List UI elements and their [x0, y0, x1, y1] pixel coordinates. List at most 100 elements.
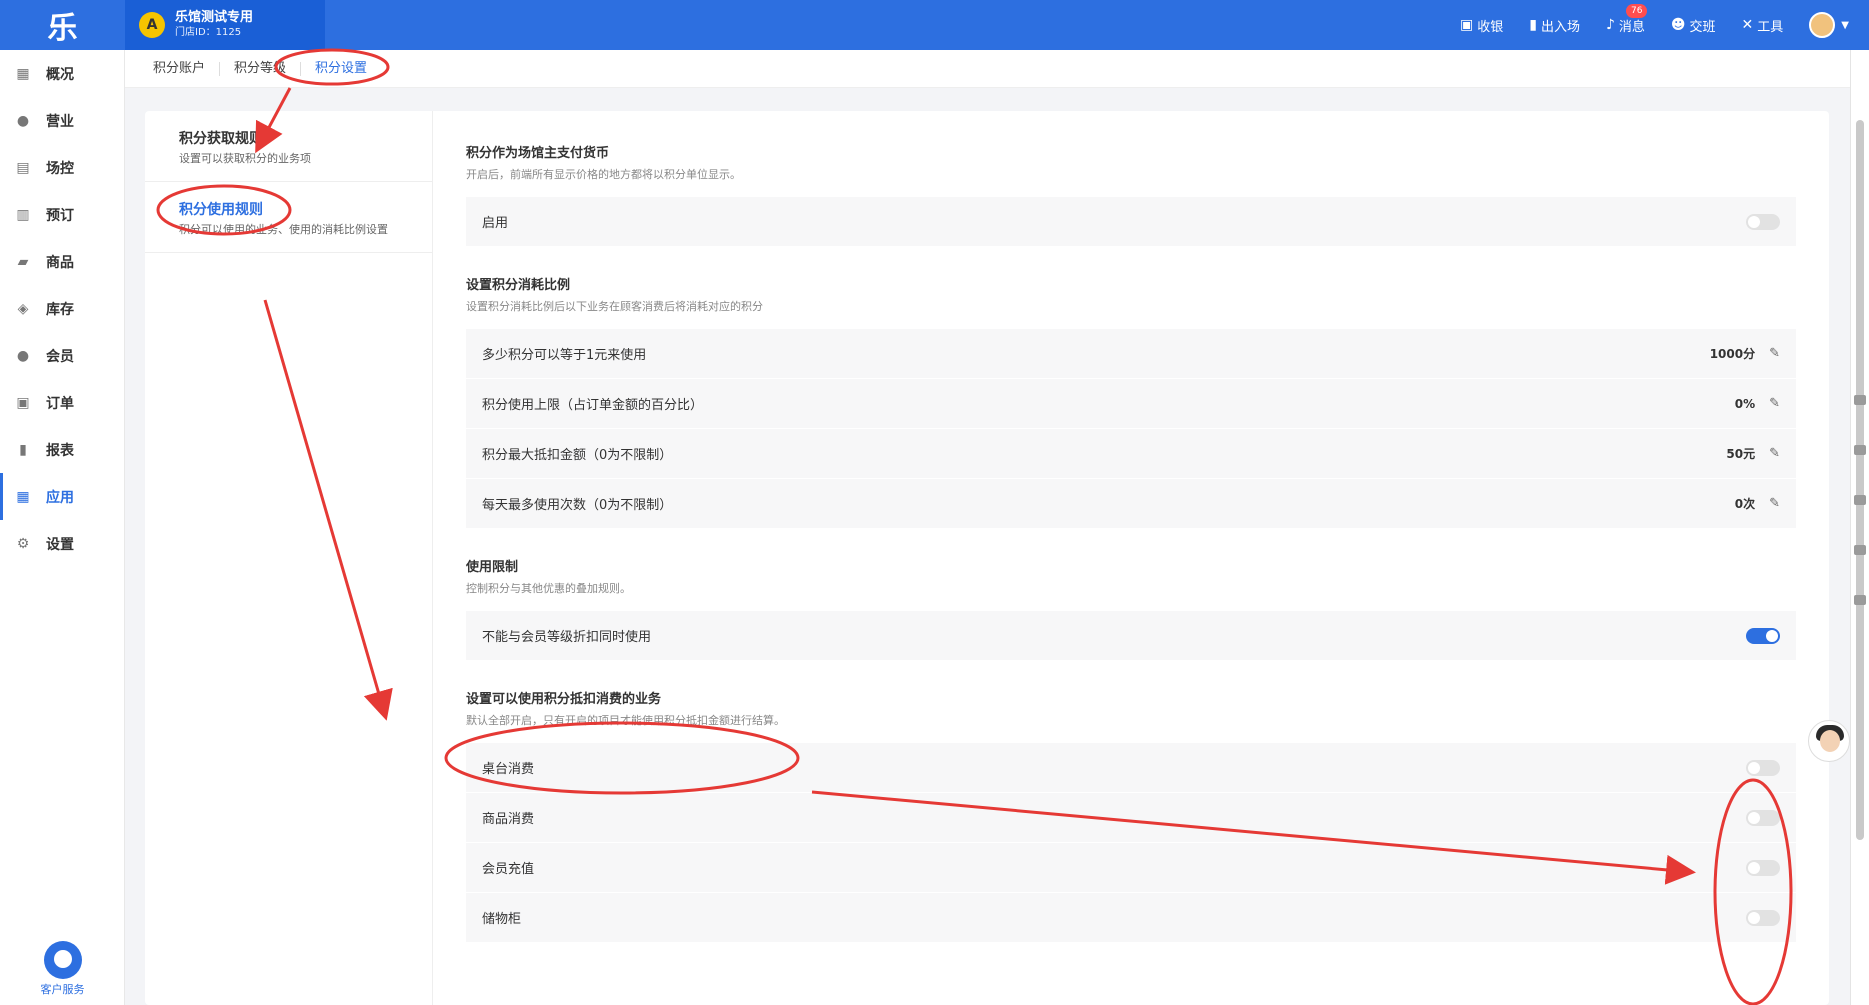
- messages-button[interactable]: ♪ 消息 76: [1606, 3, 1648, 35]
- setting-label: 桌台消费: [482, 762, 535, 777]
- handover-label: 交班: [1689, 19, 1716, 35]
- printer-icon[interactable]: [1854, 545, 1866, 555]
- headset-icon: [43, 941, 82, 979]
- sidebar: ▦ 概况 ● 营业 ▤ 场控 ▥ 预订 ▰ 商品 ◈ 库存 ● 会员 ▣ 订单 ▮ 报表 ▦ 应用 ⚙ 设置 客户服务: [0, 50, 125, 1005]
- settings-card: 积分获取规则 设置可以获取积分的业务项 积分使用规则 积分可以使用的业务、使用的…: [145, 111, 1829, 1005]
- box-icon[interactable]: [1854, 395, 1866, 405]
- store-id: 门店ID：1125: [175, 27, 242, 38]
- tab-points-settings[interactable]: 积分设置: [301, 61, 381, 76]
- top-actions: ▣ 收银 ▮ 出入场 ♪ 消息 76 ☻ 交班 ✕ 工具 ▼: [1460, 0, 1849, 50]
- report-icon: ▮: [19, 441, 27, 458]
- cashier-button[interactable]: ▣ 收银: [1460, 16, 1503, 35]
- edit-icon[interactable]: ✎: [1769, 346, 1780, 361]
- sidebar-item-10[interactable]: ⚙ 设置: [0, 520, 124, 567]
- setting-value: 0次: [1734, 497, 1756, 511]
- sidebar-item-3[interactable]: ▥ 预订: [0, 191, 124, 238]
- tools-icon: ✕: [1741, 17, 1754, 33]
- top-bar: 乐 A 乐馆测试专用 门店ID：1125 ▣ 收银 ▮ 出入场 ♪ 消息 76 …: [0, 0, 1869, 50]
- cashier-icon: ▣: [1459, 17, 1474, 33]
- user-menu[interactable]: ▼: [1809, 12, 1849, 38]
- settings-section: 使用限制 控制积分与其他优惠的叠加规则。 不能与会员等级折扣同时使用: [466, 559, 1796, 661]
- sidebar-item-9[interactable]: ▦ 应用: [0, 473, 124, 520]
- handover-icon: ☻: [1670, 17, 1686, 33]
- customer-service-button[interactable]: 客户服务: [0, 941, 125, 997]
- sidebar-item-6[interactable]: ● 会员: [0, 332, 124, 379]
- app-logo[interactable]: 乐: [0, 0, 125, 50]
- setting-row: 积分使用上限（占订单金额的百分比） 0% ✎: [466, 379, 1796, 429]
- rules-menu: 积分获取规则 设置可以获取积分的业务项 积分使用规则 积分可以使用的业务、使用的…: [145, 111, 433, 1005]
- setting-row: 多少积分可以等于1元来使用 1000分 ✎: [466, 329, 1796, 379]
- cart-icon: ▰: [17, 253, 29, 270]
- entry-exit-button[interactable]: ▮ 出入场: [1529, 16, 1580, 35]
- section-desc: 开启后，前端所有显示价格的地方都将以积分单位显示。: [466, 168, 741, 181]
- rule-earn[interactable]: 积分获取规则 设置可以获取积分的业务项: [145, 111, 432, 182]
- setting-value: 1000分: [1709, 347, 1756, 361]
- chevron-down-icon: ▼: [1841, 19, 1849, 31]
- settings-section: 设置积分消耗比例 设置积分消耗比例后以下业务在顾客消费后将消耗对应的积分 多少积分可…: [466, 277, 1796, 529]
- sidebar-item-8[interactable]: ▮ 报表: [0, 426, 124, 473]
- settings-sections: 积分作为场馆主支付货币 开启后，前端所有显示价格的地方都将以积分单位显示。 启用 设置…: [466, 111, 1796, 943]
- setting-label: 启用: [482, 216, 509, 231]
- sidebar-item-1[interactable]: ● 营业: [0, 97, 124, 144]
- toggle-switch[interactable]: [1746, 213, 1780, 230]
- handover-button[interactable]: ☻ 交班: [1671, 16, 1716, 35]
- sidebar-item-label: 报表: [46, 442, 74, 459]
- sidebar-item-7[interactable]: ▣ 订单: [0, 379, 124, 426]
- setting-row: 桌台消费: [466, 743, 1796, 793]
- settings-section: 设置可以使用积分抵扣消费的业务 默认全部开启，只有开启的项目才能使用积分抵扣金额进…: [466, 691, 1796, 943]
- messages-label: 消息: [1618, 19, 1645, 35]
- setting-row: 会员充值: [466, 843, 1796, 893]
- section-title: 设置积分消耗比例: [466, 278, 571, 293]
- users-icon[interactable]: [1854, 495, 1866, 505]
- settings-section: 积分作为场馆主支付货币 开启后，前端所有显示价格的地方都将以积分单位显示。 启用: [466, 145, 1796, 247]
- toggle-switch[interactable]: [1746, 809, 1780, 826]
- sidebar-item-4[interactable]: ▰ 商品: [0, 238, 124, 285]
- apps-icon: ▦: [16, 488, 30, 505]
- tab-points-level[interactable]: 积分等级: [220, 61, 302, 76]
- scrollbar[interactable]: [1856, 120, 1864, 840]
- setting-row: 不能与会员等级折扣同时使用: [466, 611, 1796, 661]
- message-count-badge: 76: [1625, 3, 1648, 18]
- setting-label: 不能与会员等级折扣同时使用: [482, 630, 652, 645]
- setting-label: 多少积分可以等于1元来使用: [482, 348, 647, 363]
- sidebar-item-5[interactable]: ◈ 库存: [0, 285, 124, 332]
- sidebar-item-0[interactable]: ▦ 概况: [0, 50, 124, 97]
- rule-earn-title: 积分获取规则: [179, 131, 263, 147]
- tab-bar: 积分账户 积分等级 积分设置: [125, 50, 1850, 88]
- setting-row: 储物柜: [466, 893, 1796, 943]
- store-avatar: A: [139, 12, 165, 38]
- rule-use[interactable]: 积分使用规则 积分可以使用的业务、使用的消耗比例设置: [145, 182, 432, 253]
- rule-earn-desc: 设置可以获取积分的业务项: [179, 152, 311, 165]
- setting-value: 50元: [1726, 447, 1756, 461]
- setting-row: 启用: [466, 197, 1796, 247]
- monitor-icon[interactable]: [1854, 445, 1866, 455]
- store-switcher[interactable]: A 乐馆测试专用 门店ID：1125: [125, 0, 325, 50]
- toggle-switch[interactable]: [1746, 909, 1780, 926]
- toggle-switch[interactable]: [1746, 759, 1780, 776]
- setting-value: 0%: [1734, 396, 1756, 411]
- entry-exit-label: 出入场: [1540, 19, 1580, 35]
- customer-service-label: 客户服务: [40, 983, 85, 996]
- cashier-label: 收银: [1477, 19, 1504, 35]
- user-avatar: [1809, 12, 1836, 38]
- edit-icon[interactable]: ✎: [1769, 446, 1780, 461]
- assistant-avatar-button[interactable]: [1808, 720, 1850, 762]
- sidebar-item-label: 场控: [46, 160, 74, 177]
- door-icon: ▮: [1529, 17, 1537, 33]
- tools-button[interactable]: ✕ 工具: [1742, 16, 1784, 35]
- sidebar-item-label: 库存: [46, 301, 74, 318]
- tab-points-account[interactable]: 积分账户: [139, 61, 221, 76]
- toggle-switch[interactable]: [1746, 627, 1780, 644]
- setting-label: 积分最大抵扣金额（0为不限制）: [482, 448, 673, 463]
- toggle-switch[interactable]: [1746, 859, 1780, 876]
- sidebar-item-label: 概况: [46, 66, 74, 83]
- rule-use-title: 积分使用规则: [179, 202, 263, 218]
- calendar-icon: ▥: [16, 206, 30, 223]
- sidebar-item-label: 营业: [46, 113, 74, 130]
- card-icon[interactable]: [1854, 595, 1866, 605]
- edit-icon[interactable]: ✎: [1769, 496, 1780, 511]
- edit-icon[interactable]: ✎: [1769, 396, 1780, 411]
- sidebar-item-2[interactable]: ▤ 场控: [0, 144, 124, 191]
- setting-row: 积分最大抵扣金额（0为不限制） 50元 ✎: [466, 429, 1796, 479]
- moneybag-icon: ●: [16, 112, 30, 129]
